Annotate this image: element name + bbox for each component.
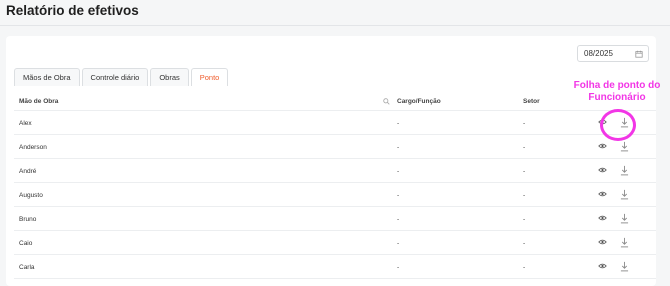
view-eye-icon[interactable] (598, 167, 607, 174)
month-picker-value: 08/2025 (584, 49, 613, 58)
cell-mao-de-obra: Alex (19, 120, 32, 127)
cell-setor: - (523, 120, 526, 127)
view-eye-icon[interactable] (598, 143, 607, 150)
cell-cargo: - (397, 264, 400, 271)
column-header-cargo: Cargo/Função (397, 98, 441, 105)
cell-cargo: - (397, 240, 400, 247)
cell-cargo: - (397, 216, 400, 223)
cell-mao-de-obra: Bruno (19, 216, 37, 223)
cell-setor: - (523, 240, 526, 247)
tab-ponto[interactable]: Ponto (190, 68, 229, 86)
cell-mao-de-obra: Augusto (19, 192, 43, 199)
cell-cargo: - (397, 168, 400, 175)
view-eye-icon[interactable] (598, 191, 607, 198)
download-icon[interactable] (620, 141, 629, 152)
cell-mao-de-obra: Carla (19, 264, 35, 271)
table-row: André - - (14, 159, 656, 183)
tab-bar: Mãos de Obra Controle diário Obras Ponto (14, 68, 229, 86)
page-title: Relatório de efetivos (6, 3, 139, 18)
table-row: Caio - - (14, 231, 656, 255)
table-row: Bruno - - (14, 207, 656, 231)
annotation-highlight-circle (600, 109, 636, 141)
cell-mao-de-obra: Caio (19, 240, 33, 247)
table-header: Mão de Obra Cargo/Função Setor (14, 93, 656, 111)
cell-setor: - (523, 264, 526, 271)
workers-table: Mão de Obra Cargo/Função Setor Alex - - And… (14, 93, 656, 279)
cell-cargo: - (397, 120, 400, 127)
cell-setor: - (523, 144, 526, 151)
tab-obras[interactable]: Obras (150, 68, 189, 86)
table-row: Carla - - (14, 255, 656, 279)
column-header-setor: Setor (523, 98, 540, 105)
download-icon[interactable] (620, 261, 629, 272)
column-header-mao-de-obra: Mão de Obra (19, 98, 59, 105)
download-icon[interactable] (620, 213, 629, 224)
cell-setor: - (523, 192, 526, 199)
cell-setor: - (523, 216, 526, 223)
cell-mao-de-obra: Anderson (19, 144, 47, 151)
cell-cargo: - (397, 144, 400, 151)
calendar-icon (635, 50, 643, 58)
annotation-label: Folha de ponto do Funcionário (573, 80, 661, 103)
view-eye-icon[interactable] (598, 263, 607, 270)
download-icon[interactable] (620, 237, 629, 248)
view-eye-icon[interactable] (598, 239, 607, 246)
download-icon[interactable] (620, 189, 629, 200)
view-eye-icon[interactable] (598, 215, 607, 222)
table-row: Augusto - - (14, 183, 656, 207)
table-row: Alex - - (14, 111, 656, 135)
cell-mao-de-obra: André (19, 168, 37, 175)
cell-cargo: - (397, 192, 400, 199)
download-icon[interactable] (620, 165, 629, 176)
tab-controle-diario[interactable]: Controle diário (81, 68, 149, 86)
month-picker[interactable]: 08/2025 (577, 45, 649, 62)
title-divider (0, 25, 670, 26)
report-card: 08/2025 Mãos de Obra Controle diário Obr… (6, 36, 656, 286)
search-icon[interactable] (383, 98, 390, 105)
cell-setor: - (523, 168, 526, 175)
table-row: Anderson - - (14, 135, 656, 159)
tab-maos-de-obra[interactable]: Mãos de Obra (14, 68, 80, 86)
